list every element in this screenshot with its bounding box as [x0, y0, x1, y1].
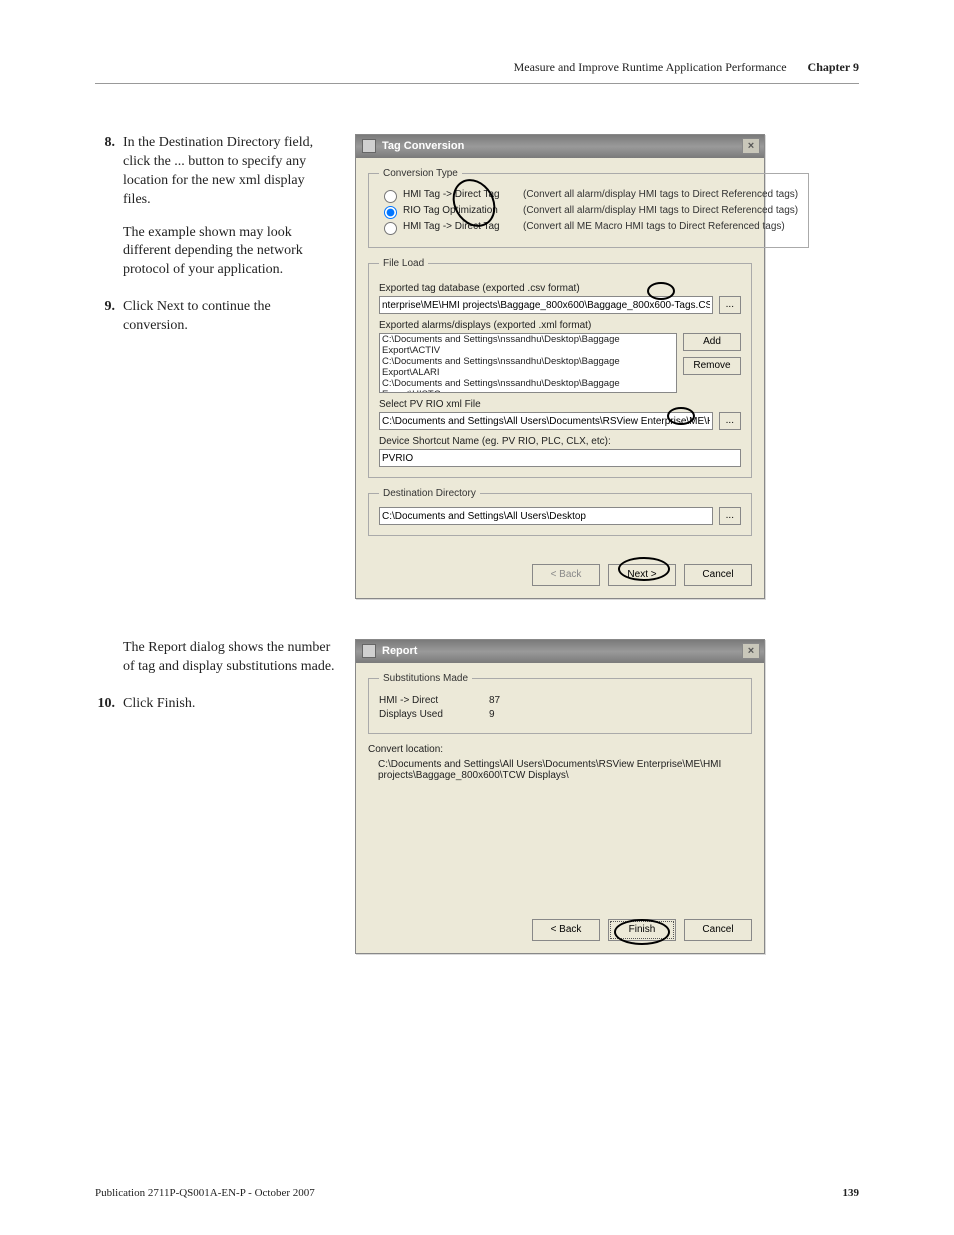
shortcut-input[interactable]: [379, 449, 741, 467]
step-8-note: The example shown may look different dep…: [123, 224, 335, 281]
step-10-number: 10.: [95, 695, 123, 714]
alarms-listbox[interactable]: C:\Documents and Settings\nssandhu\Deskt…: [379, 333, 677, 393]
radio-hmi-direct-2-desc: (Convert all ME Macro HMI tags to Direct…: [523, 221, 785, 232]
radio-hmi-direct-2-label: HMI Tag -> Direct Tag: [403, 221, 523, 232]
pvrio-label: Select PV RIO xml File: [379, 399, 741, 410]
radio-hmi-direct-2[interactable]: [384, 222, 397, 235]
conversion-type-group: Conversion Type HMI Tag -> Direct Tag (C…: [368, 168, 809, 248]
exported-tag-input[interactable]: [379, 296, 713, 314]
browse-destination-button[interactable]: ...: [719, 507, 741, 525]
step-8: 8. In the Destination Directory field, c…: [95, 134, 335, 280]
browse-pvrio-button[interactable]: ...: [719, 412, 741, 430]
step-10-body: Click Finish.: [123, 695, 335, 714]
substitutions-group: Substitutions Made HMI -> Direct 87 Disp…: [368, 673, 752, 734]
app-icon: [362, 139, 376, 153]
list-item[interactable]: C:\Documents and Settings\nssandhu\Deskt…: [382, 357, 674, 379]
step-9: 9. Click Next to continue the conversion…: [95, 298, 335, 336]
report-displays-used-label: Displays Used: [379, 709, 489, 720]
next-button[interactable]: Next >: [608, 564, 676, 586]
dialog-titlebar: Report ×: [356, 640, 764, 663]
destination-input[interactable]: [379, 507, 713, 525]
step-9-body: Click Next to continue the conversion.: [123, 298, 335, 336]
back-button: < Back: [532, 564, 600, 586]
cancel-button[interactable]: Cancel: [684, 919, 752, 941]
report-displays-used-value: 9: [489, 709, 495, 720]
report-hmi-direct-value: 87: [489, 695, 500, 706]
app-icon: [362, 644, 376, 658]
file-load-legend: File Load: [379, 258, 428, 269]
convert-location-label: Convert location:: [368, 744, 752, 755]
add-button[interactable]: Add: [683, 333, 741, 351]
cancel-button[interactable]: Cancel: [684, 564, 752, 586]
radio-rio-optimization-label: RIO Tag Optimization: [403, 205, 523, 216]
list-item[interactable]: C:\Documents and Settings\nssandhu\Deskt…: [382, 379, 674, 393]
pvrio-input[interactable]: [379, 412, 713, 430]
substitutions-legend: Substitutions Made: [379, 673, 472, 684]
step-10: 10. Click Finish.: [95, 695, 335, 714]
convert-location-value: C:\Documents and Settings\All Users\Docu…: [368, 755, 752, 901]
radio-hmi-direct-1[interactable]: [384, 190, 397, 203]
page-header: Measure and Improve Runtime Application …: [95, 60, 859, 84]
report-paragraph: The Report dialog shows the number of ta…: [95, 639, 335, 677]
step-8-body: In the Destination Directory field, clic…: [123, 134, 335, 210]
step-8-number: 8.: [95, 134, 123, 280]
tag-conversion-dialog: Tag Conversion × Conversion Type HMI Tag…: [355, 134, 765, 599]
chapter-label: Chapter 9: [808, 60, 859, 74]
step-9-number: 9.: [95, 298, 123, 336]
file-load-group: File Load Exported tag database (exporte…: [368, 258, 752, 478]
browse-tag-button[interactable]: ...: [719, 296, 741, 314]
dialog-titlebar: Tag Conversion ×: [356, 135, 764, 158]
report-hmi-direct-label: HMI -> Direct: [379, 695, 489, 706]
list-item[interactable]: C:\Documents and Settings\nssandhu\Deskt…: [382, 335, 674, 357]
exported-alarms-label: Exported alarms/displays (exported .xml …: [379, 320, 741, 331]
dialog-title: Tag Conversion: [382, 140, 464, 152]
destination-directory-group: Destination Directory ...: [368, 488, 752, 536]
publication-info: Publication 2711P-QS001A-EN-P - October …: [95, 1187, 315, 1199]
radio-rio-optimization-desc: (Convert all alarm/display HMI tags to D…: [523, 205, 798, 216]
destination-directory-legend: Destination Directory: [379, 488, 480, 499]
page-number: 139: [843, 1187, 860, 1199]
header-title: Measure and Improve Runtime Application …: [514, 60, 787, 74]
radio-hmi-direct-1-label: HMI Tag -> Direct Tag: [403, 189, 523, 200]
remove-button[interactable]: Remove: [683, 357, 741, 375]
conversion-type-legend: Conversion Type: [379, 168, 462, 179]
dialog-title: Report: [382, 645, 417, 657]
back-button[interactable]: < Back: [532, 919, 600, 941]
shortcut-label: Device Shortcut Name (eg. PV RIO, PLC, C…: [379, 436, 741, 447]
radio-rio-optimization[interactable]: [384, 206, 397, 219]
exported-tag-label: Exported tag database (exported .csv for…: [379, 283, 741, 294]
report-dialog: Report × Substitutions Made HMI -> Direc…: [355, 639, 765, 954]
finish-button[interactable]: Finish: [608, 919, 676, 941]
close-icon[interactable]: ×: [742, 643, 760, 659]
close-icon[interactable]: ×: [742, 138, 760, 154]
page-footer: Publication 2711P-QS001A-EN-P - October …: [95, 1187, 859, 1199]
radio-hmi-direct-1-desc: (Convert all alarm/display HMI tags to D…: [523, 189, 798, 200]
